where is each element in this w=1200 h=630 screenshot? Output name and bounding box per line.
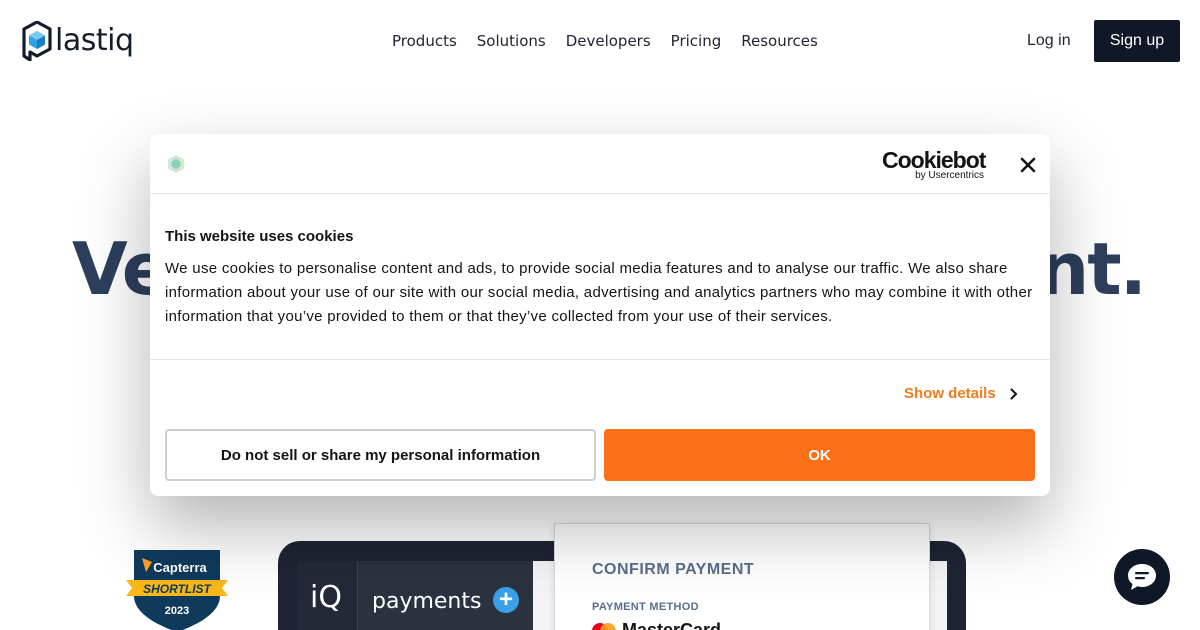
hero-headline-right: nt. [1038, 227, 1147, 311]
site-header: lastiq Products Solutions Developers Pri… [0, 0, 1200, 82]
mockup-payments-label: payments [372, 589, 482, 614]
plastiq-logo[interactable]: lastiq [20, 21, 134, 61]
logo-wordmark: lastiq [55, 23, 134, 58]
mockup-plus-icon: + [493, 587, 519, 613]
ok-button[interactable]: OK [604, 429, 1035, 481]
show-details-link[interactable]: Show details [904, 384, 1018, 404]
close-icon[interactable] [1018, 155, 1038, 175]
capterra-badge: Capterra SHORTLIST 2023 [126, 550, 228, 630]
capterra-brand: Capterra [153, 560, 207, 575]
capterra-ribbon: SHORTLIST [143, 582, 212, 596]
mastercard-text: MasterCard [622, 620, 722, 630]
cookie-consent-dialog: Cookiebot by Usercentrics This website u… [150, 134, 1050, 496]
mastercard-row: MasterCard [592, 620, 721, 630]
chat-button[interactable] [1114, 549, 1170, 605]
signup-button[interactable]: Sign up [1094, 20, 1180, 62]
mastercard-icon [592, 622, 616, 630]
nav-pricing[interactable]: Pricing [671, 30, 722, 52]
payment-method-label: PAYMENT METHOD [592, 601, 699, 613]
cookiebot-logo[interactable]: Cookiebot by Usercentrics [882, 147, 986, 181]
nav-resources[interactable]: Resources [741, 30, 818, 52]
capterra-badge-shape: Capterra SHORTLIST 2023 [126, 550, 228, 630]
cookie-dialog-header: Cookiebot by Usercentrics [150, 134, 1050, 194]
nav-solutions[interactable]: Solutions [477, 30, 546, 52]
main-nav: Products Solutions Developers Pricing Re… [392, 30, 818, 52]
confirm-payment-title: CONFIRM PAYMENT [592, 561, 755, 578]
nav-products[interactable]: Products [392, 30, 457, 52]
do-not-sell-button[interactable]: Do not sell or share my personal informa… [165, 429, 596, 481]
chat-icon [1128, 564, 1156, 590]
cookie-dialog-body: We use cookies to personalise content an… [165, 260, 1033, 325]
chevron-right-icon [1010, 388, 1017, 400]
cookie-dialog-title: This website uses cookies [165, 228, 354, 245]
login-link[interactable]: Log in [1027, 30, 1071, 52]
show-details-label: Show details [904, 385, 996, 402]
plastiq-small-logo-icon [168, 155, 184, 173]
capterra-year: 2023 [165, 605, 189, 617]
plastiq-cube-icon [22, 21, 52, 61]
cookie-dialog-divider [150, 359, 1050, 360]
mockup-iq-logo: iQ [310, 580, 342, 615]
nav-developers[interactable]: Developers [566, 30, 651, 52]
cookiebot-wordmark: Cookiebot [882, 147, 986, 173]
